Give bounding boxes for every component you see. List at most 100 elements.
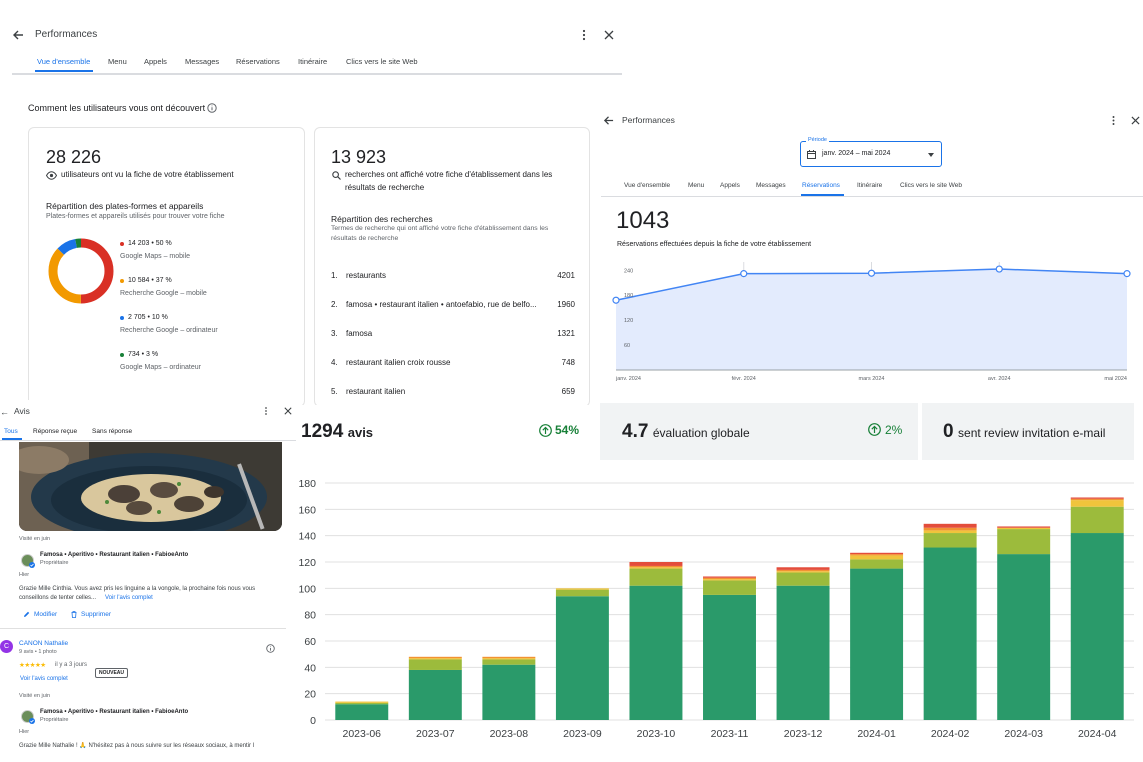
search-term-count: 1960 [557, 300, 575, 309]
bar-segment[interactable] [776, 585, 830, 720]
info-icon[interactable] [266, 644, 275, 653]
bar-segment[interactable] [482, 659, 536, 665]
delete-button[interactable]: Supprimer [81, 611, 111, 618]
tab-answered[interactable]: Réponse reçue [33, 428, 77, 435]
tab-messages[interactable]: Messages [756, 182, 786, 189]
data-point[interactable] [1123, 270, 1131, 278]
reviews-count: 1294 [301, 421, 344, 442]
bar-segment[interactable] [703, 576, 756, 578]
data-point[interactable] [867, 269, 876, 277]
bar-segment[interactable] [703, 579, 756, 581]
back-arrow-icon[interactable] [603, 115, 614, 126]
more-options-icon[interactable] [1110, 115, 1117, 126]
back-arrow-fragment[interactable]: ← [0, 407, 9, 417]
bar-segment[interactable] [555, 589, 609, 597]
bar-segment[interactable] [997, 529, 1051, 555]
bar-segment[interactable] [850, 559, 904, 569]
bar-segment[interactable] [629, 562, 683, 566]
edit-icon[interactable] [23, 611, 30, 618]
tab-reservations[interactable]: Réservations [236, 57, 280, 66]
tab-calls[interactable]: Appels [144, 57, 167, 66]
bar-segment[interactable] [629, 568, 683, 586]
x-tick-label: avr. 2024 [988, 376, 1011, 382]
y-tick-label: 60 [624, 343, 630, 349]
bar-segment[interactable] [629, 565, 683, 568]
bar-segment[interactable] [335, 701, 389, 703]
review-photo[interactable] [19, 442, 282, 531]
bar-segment[interactable] [555, 596, 609, 720]
close-icon[interactable] [284, 407, 292, 415]
bar-segment[interactable] [1070, 500, 1124, 507]
delete-icon[interactable] [71, 611, 77, 618]
info-icon[interactable] [207, 103, 217, 113]
bar-segment[interactable] [482, 658, 536, 660]
see-full-review-link[interactable]: Voir l'avis complet [105, 595, 153, 601]
owner-name: Famosa • Aperitivo • Restaurant italien … [40, 709, 189, 715]
bar-segment[interactable] [335, 702, 389, 705]
bar-segment[interactable] [408, 658, 462, 660]
see-full-review-link[interactable]: Voir l'avis complet [20, 676, 68, 682]
bar-segment[interactable] [703, 580, 756, 595]
bar-segment[interactable] [1070, 506, 1124, 534]
bar-segment[interactable] [703, 594, 756, 720]
bar-segment[interactable] [997, 554, 1051, 720]
tab-menu[interactable]: Menu [108, 57, 127, 66]
bar-segment[interactable] [850, 554, 904, 556]
tab-unanswered[interactable]: Sans réponse [92, 428, 132, 435]
bar-segment[interactable] [629, 567, 683, 569]
tab-calls[interactable]: Appels [720, 182, 740, 189]
data-point[interactable] [995, 265, 1003, 273]
bar-segment[interactable] [629, 585, 683, 720]
bar-segment[interactable] [923, 533, 977, 548]
bar-segment[interactable] [776, 567, 830, 570]
reviewer-name[interactable]: CANON Nathalie [19, 640, 68, 647]
bar-segment[interactable] [482, 656, 536, 659]
bar-segment[interactable] [703, 577, 756, 580]
searches-card: 13 923 recherches ont affiché votre fich… [314, 127, 590, 407]
bar-segment[interactable] [776, 569, 830, 572]
bar-segment[interactable] [923, 547, 977, 720]
tab-overview[interactable]: Vue d'ensemble [624, 182, 670, 189]
bar-segment[interactable] [555, 588, 609, 590]
bar-segment[interactable] [923, 523, 977, 528]
bar-segment[interactable] [408, 659, 462, 670]
bar-segment[interactable] [997, 527, 1051, 530]
bar-segment[interactable] [997, 526, 1051, 528]
search-term-count: 659 [561, 387, 575, 396]
bar-segment[interactable] [850, 568, 904, 720]
period-selector[interactable]: Période janv. 2024 – mai 2024 [800, 137, 942, 167]
bar-segment[interactable] [923, 527, 977, 531]
tab-all[interactable]: Tous [4, 428, 18, 435]
bar-segment[interactable] [850, 555, 904, 560]
tab-messages[interactable]: Messages [185, 57, 219, 66]
bar-segment[interactable] [1070, 533, 1124, 720]
data-point[interactable] [612, 296, 620, 304]
tab-itinerary[interactable]: Itinéraire [298, 57, 327, 66]
tab-reservations[interactable]: Réservations [802, 182, 840, 189]
tab-itinerary[interactable]: Itinéraire [857, 182, 882, 189]
tab-menu[interactable]: Menu [688, 182, 704, 189]
bar-segment[interactable] [482, 664, 536, 720]
bar-segment[interactable] [335, 704, 389, 720]
close-icon[interactable] [604, 30, 614, 40]
bar-segment[interactable] [923, 530, 977, 534]
bar-segment[interactable] [408, 656, 462, 659]
bar-segment[interactable] [1070, 498, 1124, 501]
tab-website-clicks[interactable]: Clics vers le site Web [900, 182, 962, 189]
platforms-subtitle: Plates-formes et appareils utilisés pour… [46, 213, 225, 220]
close-icon[interactable] [1131, 116, 1140, 125]
bar-segment[interactable] [408, 669, 462, 720]
more-options-icon[interactable] [263, 406, 269, 416]
data-point[interactable] [740, 270, 748, 278]
bar-segment[interactable] [776, 571, 830, 573]
back-arrow-icon[interactable] [12, 29, 24, 41]
more-options-icon[interactable] [580, 29, 588, 41]
bar-segment[interactable] [850, 552, 904, 555]
tab-website-clicks[interactable]: Clics vers le site Web [346, 57, 418, 66]
bar-segment[interactable] [1070, 497, 1124, 499]
bar-segment[interactable] [776, 572, 830, 586]
section-title: Comment les utilisateurs vous ont découv… [28, 103, 206, 113]
edit-button[interactable]: Modifier [34, 611, 57, 618]
tab-overview[interactable]: Vue d'ensemble [37, 57, 90, 66]
searches-label-line2: résultats de recherche [345, 183, 425, 192]
